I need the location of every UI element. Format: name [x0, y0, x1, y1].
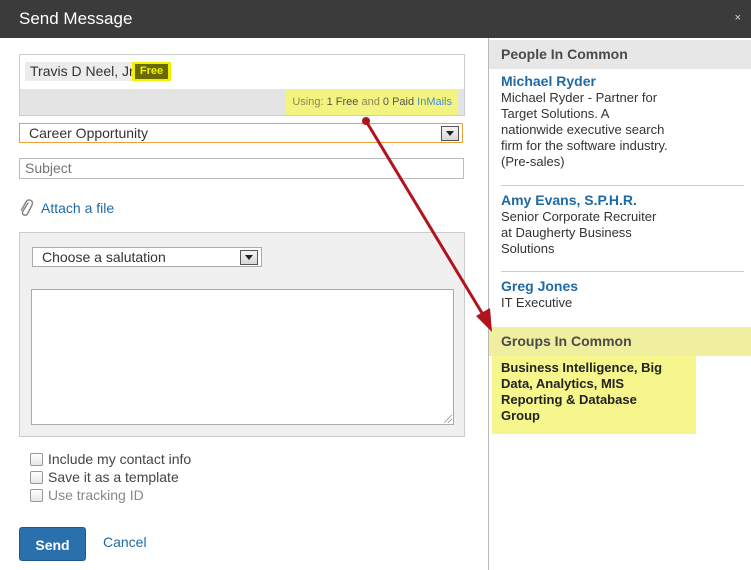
person-michael-ryder: Michael Ryder Michael Ryder - Partner fo… — [501, 73, 701, 170]
category-select[interactable]: Career Opportunity — [19, 123, 463, 143]
groups-in-common-heading: Groups In Common — [489, 327, 751, 356]
usage-paid-count: 0 Paid — [382, 96, 415, 108]
attach-file-label[interactable]: Attach a file — [41, 200, 114, 216]
person-name-link[interactable]: Amy Evans, S.P.H.R. — [501, 192, 701, 208]
free-badge-label: Free — [135, 64, 168, 79]
resize-grip-icon[interactable] — [444, 415, 452, 423]
chevron-down-icon[interactable] — [240, 250, 258, 265]
recipient-name: Travis D Neel, Jr — [30, 63, 134, 79]
person-description-line: at Daugherty Business — [501, 225, 632, 240]
person-description-line: Target Solutions. A — [501, 106, 610, 121]
message-panel: Choose a salutation — [19, 232, 465, 437]
save-template-label[interactable]: Save it as a template — [48, 469, 179, 485]
usage-free-count: 1 Free — [326, 96, 359, 108]
cancel-link[interactable]: Cancel — [103, 534, 147, 550]
close-icon[interactable]: × — [735, 12, 741, 24]
recipient-field[interactable]: Travis D Neel, Jr Free Using: 1 Free and… — [19, 54, 465, 116]
person-name-link[interactable]: Greg Jones — [501, 278, 701, 294]
tracking-id-checkbox — [30, 489, 43, 502]
person-name-link[interactable]: Michael Ryder — [501, 73, 701, 89]
tracking-id-label: Use tracking ID — [48, 487, 144, 503]
group-name-line: Data, Analytics, MIS — [501, 376, 625, 391]
person-description-line: Michael Ryder - Partner for — [501, 90, 658, 105]
divider — [501, 271, 744, 272]
dialog-title: Send Message — [19, 9, 133, 28]
person-description-line: Solutions — [501, 241, 555, 256]
group-name-line: Group — [501, 408, 540, 423]
group-name-line: Reporting & Database — [501, 392, 637, 407]
include-contact-checkbox[interactable] — [30, 453, 43, 466]
usage-prefix: Using: — [292, 96, 324, 108]
person-greg-jones: Greg Jones IT Executive — [501, 278, 701, 311]
send-button[interactable]: Send — [19, 527, 86, 561]
category-select-value: Career Opportunity — [29, 125, 149, 141]
dialog-title-bar: Send Message × — [0, 0, 751, 38]
person-amy-evans: Amy Evans, S.P.H.R. Senior Corporate Rec… — [501, 192, 701, 257]
group-name-line: Business Intelligence, Big — [501, 360, 663, 375]
usage-and: and — [361, 96, 380, 108]
salutation-select-value: Choose a salutation — [42, 249, 166, 265]
subject-input[interactable] — [19, 158, 464, 179]
include-contact-label[interactable]: Include my contact info — [48, 451, 191, 467]
chevron-down-icon[interactable] — [441, 126, 459, 141]
salutation-select[interactable]: Choose a salutation — [32, 247, 262, 267]
person-description-line: Senior Corporate Recruiter — [501, 209, 657, 224]
group-item[interactable]: Business Intelligence, Big Data, Analyti… — [501, 360, 701, 424]
usage-inmails-link[interactable]: InMails — [417, 96, 452, 108]
person-description-line: IT Executive — [501, 295, 573, 310]
person-description-line: firm for the software industry. — [501, 138, 668, 153]
free-badge: Free — [132, 62, 171, 81]
person-description-line: (Pre-sales) — [501, 154, 565, 169]
compose-panel: Travis D Neel, Jr Free Using: 1 Free and… — [0, 38, 487, 570]
person-description-line: nationwide executive search — [501, 122, 665, 137]
people-in-common-heading: People In Common — [489, 40, 751, 69]
inmail-usage-bar: Using: 1 Free and 0 Paid InMails — [20, 89, 464, 115]
sidebar: People In Common Michael Ryder Michael R… — [488, 38, 751, 570]
paperclip-icon — [20, 199, 33, 216]
divider — [501, 185, 744, 186]
save-template-checkbox[interactable] — [30, 471, 43, 484]
message-body-textarea[interactable] — [31, 289, 454, 425]
inmail-usage-text: Using: 1 Free and 0 Paid InMails — [286, 89, 458, 115]
recipient-token[interactable]: Travis D Neel, Jr — [25, 62, 137, 81]
